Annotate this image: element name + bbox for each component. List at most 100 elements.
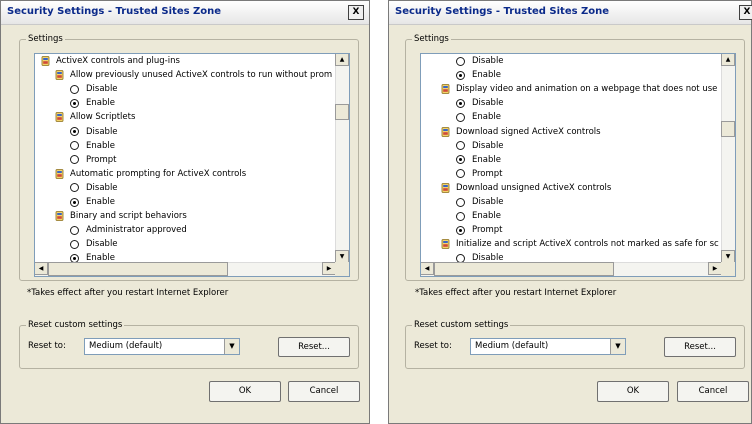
hscroll-thumb[interactable] [434, 262, 614, 276]
radio-icon[interactable] [456, 211, 465, 221]
radio-option[interactable]: Enable [456, 68, 501, 82]
chevron-down-icon[interactable]: ▼ [610, 339, 625, 354]
scroll-thumb[interactable] [721, 120, 735, 137]
radio-option[interactable]: Disable [70, 82, 118, 96]
ok-button[interactable]: OK [209, 381, 281, 402]
setting-label: Enable [472, 154, 501, 165]
arrow-right-icon[interactable]: ▶ [322, 262, 336, 275]
radio-icon[interactable] [70, 141, 79, 151]
radio-option[interactable]: Disable [70, 125, 118, 139]
horizontal-scrollbar[interactable]: ◀ ▶ [421, 262, 722, 276]
radio-icon[interactable] [456, 225, 465, 235]
hscroll-thumb[interactable] [48, 262, 228, 276]
setting-label: ActiveX controls and plug-ins [56, 56, 180, 66]
setting-label: Prompt [86, 154, 117, 165]
reset-to-label: Reset to: [414, 341, 452, 351]
radio-option[interactable]: Enable [456, 209, 501, 223]
radio-option[interactable]: Enable [70, 251, 115, 262]
setting-category: Allow Scriptlets [55, 110, 135, 124]
radio-icon[interactable] [456, 253, 465, 262]
ok-button[interactable]: OK [597, 381, 669, 402]
title-bar: Security Settings - Trusted Sites Zone X [1, 1, 369, 25]
radio-icon[interactable] [70, 155, 79, 165]
reset-level-dropdown[interactable]: Medium (default) ▼ [84, 338, 240, 355]
setting-label: Disable [86, 126, 118, 137]
radio-option[interactable]: Enable [70, 96, 115, 110]
radio-icon[interactable] [70, 183, 79, 193]
radio-icon[interactable] [70, 98, 79, 108]
radio-option[interactable]: Disable [456, 96, 504, 110]
arrow-left-icon[interactable]: ◀ [421, 262, 434, 275]
setting-label: Download unsigned ActiveX controls [456, 182, 612, 193]
vertical-scrollbar[interactable]: ▲ ▼ [721, 54, 735, 263]
radio-icon[interactable] [456, 112, 465, 122]
radio-icon[interactable] [456, 169, 465, 179]
setting-label: Enable [472, 70, 501, 81]
setting-label: Administrator approved [86, 225, 187, 236]
radio-option[interactable]: Disable [456, 54, 504, 68]
restart-note: *Takes effect after you restart Internet… [415, 288, 617, 298]
radio-option[interactable]: Enable [456, 110, 501, 124]
setting-label: Disable [472, 197, 504, 207]
radio-option[interactable]: Disable [70, 181, 118, 195]
scroll-corner [335, 262, 349, 276]
arrow-right-icon[interactable]: ▶ [708, 262, 722, 275]
arrow-up-icon[interactable]: ▲ [335, 54, 349, 66]
security-settings-dialog-right: Security Settings - Trusted Sites Zone X… [388, 0, 752, 424]
gear-icon [41, 56, 50, 66]
setting-category: ActiveX controls and plug-ins [41, 54, 180, 68]
reset-custom-settings-group: Reset custom settings Reset to: Medium (… [405, 320, 745, 369]
radio-icon[interactable] [70, 84, 79, 94]
settings-legend: Settings [26, 34, 65, 44]
radio-option[interactable]: Enable [70, 139, 115, 153]
radio-icon[interactable] [70, 127, 79, 136]
setting-label: Enable [472, 211, 501, 222]
setting-label: Enable [86, 197, 115, 207]
close-button[interactable]: X [739, 5, 752, 20]
radio-option[interactable]: Enable [70, 195, 115, 209]
cancel-button[interactable]: Cancel [288, 381, 360, 402]
reset-level-dropdown[interactable]: Medium (default) ▼ [470, 338, 626, 355]
radio-icon[interactable] [456, 197, 465, 207]
horizontal-scrollbar[interactable]: ◀ ▶ [35, 262, 336, 276]
radio-icon[interactable] [70, 225, 79, 235]
radio-option[interactable]: Administrator approved [70, 223, 187, 237]
radio-option[interactable]: Prompt [70, 153, 117, 167]
settings-list[interactable]: Disable Enable Display video and animation… [420, 53, 736, 277]
reset-button[interactable]: Reset... [278, 337, 350, 357]
radio-option[interactable]: Disable [456, 251, 504, 262]
settings-list-items: ActiveX controls and plug-ins Allow previ… [35, 54, 335, 262]
radio-icon[interactable] [456, 141, 465, 151]
arrow-up-icon[interactable]: ▲ [721, 54, 735, 66]
setting-label: Disable [86, 84, 118, 95]
radio-option[interactable]: Disable [70, 237, 118, 251]
scroll-thumb[interactable] [335, 104, 349, 121]
radio-icon[interactable] [456, 98, 465, 108]
cancel-button[interactable]: Cancel [677, 381, 749, 402]
vertical-scrollbar[interactable]: ▲ ▼ [335, 54, 349, 263]
window-title: Security Settings - Trusted Sites Zone [395, 6, 610, 17]
radio-icon[interactable] [70, 197, 79, 207]
arrow-left-icon[interactable]: ◀ [35, 262, 48, 275]
chevron-down-icon[interactable]: ▼ [224, 339, 239, 354]
settings-list[interactable]: ActiveX controls and plug-ins Allow previ… [34, 53, 350, 277]
setting-label: Disable [86, 239, 118, 250]
setting-category: Download unsigned ActiveX controls [441, 181, 611, 195]
title-bar: Security Settings - Trusted Sites Zone X [389, 1, 752, 25]
radio-option[interactable]: Prompt [456, 223, 503, 237]
radio-icon[interactable] [70, 239, 79, 249]
radio-option[interactable]: Prompt [456, 167, 503, 181]
radio-icon[interactable] [456, 70, 465, 80]
setting-label: Display video and animation on a webpage… [456, 84, 718, 95]
radio-icon[interactable] [456, 155, 465, 165]
radio-icon[interactable] [456, 56, 465, 66]
setting-label: Download signed ActiveX controls [456, 126, 601, 137]
close-button[interactable]: X [348, 5, 364, 20]
gear-icon [55, 70, 64, 80]
reset-button[interactable]: Reset... [664, 337, 736, 357]
radio-option[interactable]: Disable [456, 139, 504, 153]
radio-option[interactable]: Enable [456, 153, 501, 167]
radio-icon[interactable] [70, 253, 79, 262]
radio-option[interactable]: Disable [456, 195, 504, 209]
scroll-corner [721, 262, 735, 276]
